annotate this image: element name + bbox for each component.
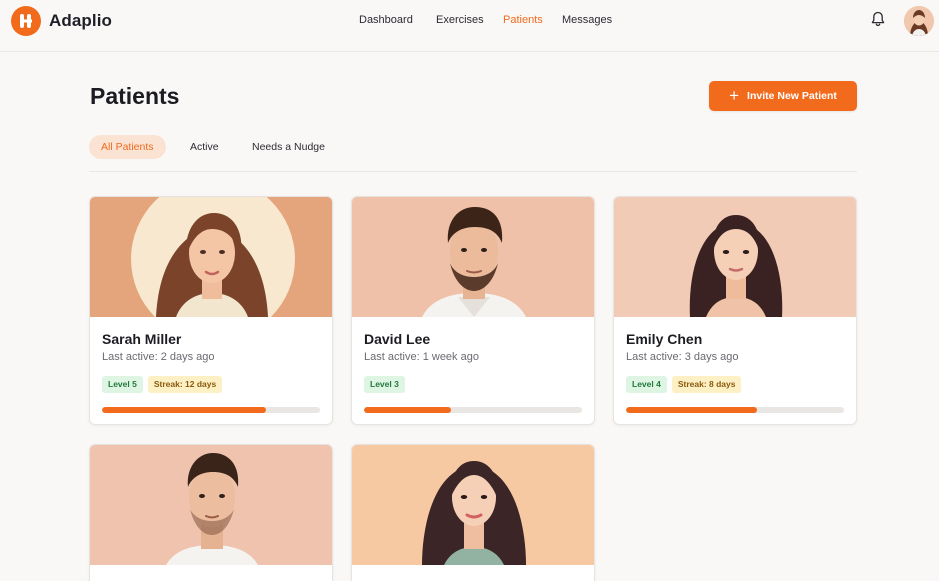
- patient-photo: [352, 445, 594, 565]
- tab-all-patients[interactable]: All Patients: [89, 135, 166, 159]
- patient-name: Emily Chen: [626, 331, 703, 347]
- tab-needs-a-nudge[interactable]: Needs a Nudge: [240, 135, 337, 159]
- patient-name: Sarah Miller: [102, 331, 182, 347]
- last-active-text: Last active: 3 days ago: [626, 351, 739, 363]
- level-badge: Level 4: [626, 376, 667, 393]
- tab-active[interactable]: Active: [178, 135, 231, 159]
- progress-bar: [626, 407, 844, 413]
- invite-new-patient-button[interactable]: + Invite New Patient: [709, 81, 857, 111]
- progress-bar: [102, 407, 320, 413]
- patient-filter-tabs: All Patients Active Needs a Nudge: [89, 135, 857, 159]
- patient-card[interactable]: [89, 444, 333, 581]
- patient-card[interactable]: [351, 444, 595, 581]
- nav-exercises[interactable]: Exercises: [436, 14, 484, 26]
- nav-dashboard[interactable]: Dashboard: [359, 14, 413, 26]
- progress-fill: [626, 407, 757, 413]
- patient-photo: [90, 445, 332, 565]
- patient-badges: Level 4 Streak: 8 days: [626, 376, 742, 394]
- plus-icon: +: [729, 85, 740, 105]
- invite-button-label: Invite New Patient: [747, 90, 837, 102]
- patient-name: David Lee: [364, 331, 431, 347]
- patient-badges: Level 3: [364, 376, 405, 394]
- bell-icon[interactable]: [869, 10, 887, 28]
- progress-fill: [102, 407, 266, 413]
- level-badge: Level 3: [364, 376, 405, 393]
- progress-fill: [364, 407, 452, 413]
- main-nav: Dashboard Exercises Patients Messages: [0, 14, 939, 30]
- last-active-text: Last active: 1 week ago: [364, 351, 479, 363]
- page-title: Patients: [90, 83, 180, 109]
- patient-photo: [614, 197, 856, 317]
- patient-card[interactable]: Emily Chen Last active: 3 days ago Level…: [613, 196, 857, 425]
- nav-messages[interactable]: Messages: [562, 14, 612, 26]
- patient-photo: [352, 197, 594, 317]
- top-navigation-bar: Adaplio Dashboard Exercises Patients Mes…: [0, 0, 939, 52]
- patient-badges: Level 5 Streak: 12 days: [102, 376, 223, 394]
- patient-card[interactable]: David Lee Last active: 1 week ago Level …: [351, 196, 595, 425]
- patient-card[interactable]: Sarah Miller Last active: 2 days ago Lev…: [89, 196, 333, 425]
- streak-badge: Streak: 8 days: [671, 376, 742, 393]
- tabs-divider: [89, 171, 857, 172]
- streak-badge: Streak: 12 days: [147, 376, 223, 393]
- last-active-text: Last active: 2 days ago: [102, 351, 215, 363]
- nav-patients[interactable]: Patients: [503, 14, 543, 26]
- progress-bar: [364, 407, 582, 413]
- user-avatar[interactable]: [904, 6, 934, 36]
- level-badge: Level 5: [102, 376, 143, 393]
- patient-photo: [90, 197, 332, 317]
